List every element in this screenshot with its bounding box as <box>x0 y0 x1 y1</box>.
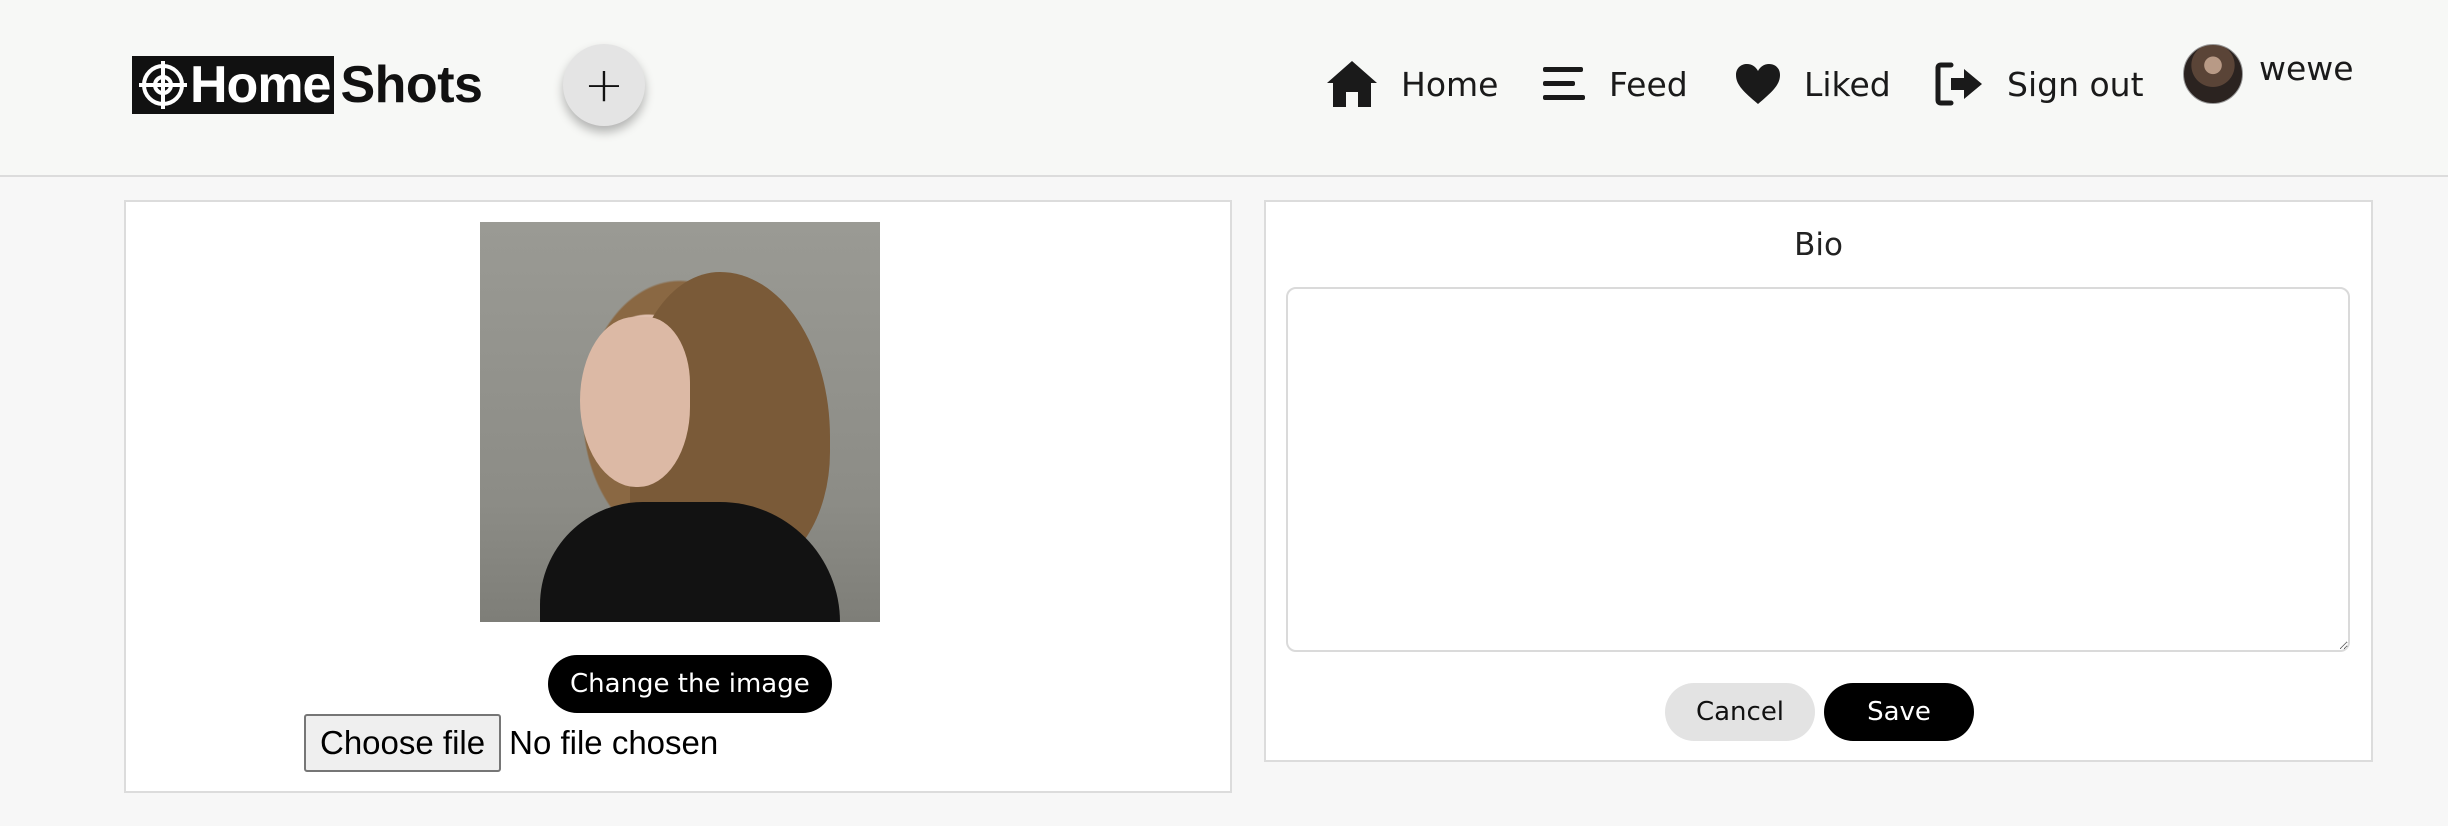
heart-icon <box>1734 62 1782 106</box>
change-image-button[interactable]: Change the image <box>548 655 832 713</box>
save-button[interactable]: Save <box>1824 683 1974 741</box>
nav-liked-label: Liked <box>1804 64 1891 104</box>
file-status-text: No file chosen <box>509 724 719 761</box>
profile-photo <box>480 222 880 622</box>
logo-text-shots: Shots <box>340 56 483 114</box>
profile-image-panel: Change the image Choose file No file cho… <box>124 200 1232 793</box>
site-logo[interactable]: Home Shots <box>132 55 483 115</box>
nav-liked[interactable]: Liked <box>1734 56 1891 112</box>
nav-home-label: Home <box>1401 64 1499 104</box>
bio-label: Bio <box>1794 227 1843 263</box>
bio-panel: Bio Cancel Save <box>1264 200 2373 762</box>
nav-home[interactable]: Home <box>1325 56 1498 112</box>
home-icon <box>1325 59 1379 109</box>
nav-feed[interactable]: Feed <box>1541 56 1688 112</box>
cancel-button[interactable]: Cancel <box>1665 683 1815 741</box>
logo-dark-block: Home <box>132 56 335 114</box>
logo-text-home: Home <box>190 56 331 114</box>
menu-icon <box>1541 64 1587 104</box>
choose-file-button[interactable]: Choose file <box>304 714 502 772</box>
photo-face-shape <box>580 317 690 487</box>
sign-out-icon <box>1935 61 1985 107</box>
nav-signout[interactable]: Sign out <box>1935 56 2144 112</box>
avatar <box>2183 44 2243 104</box>
bio-textarea[interactable] <box>1286 287 2350 652</box>
nav-feed-label: Feed <box>1609 64 1688 104</box>
top-header: Home Shots + Home Feed Liked Sign out we… <box>0 0 2448 177</box>
crosshair-icon <box>139 61 187 109</box>
add-post-button[interactable]: + <box>563 44 645 126</box>
plus-icon: + <box>583 57 625 113</box>
file-input[interactable]: Choose file No file chosen <box>304 714 718 772</box>
nav-username: wewe <box>2259 48 2354 88</box>
nav-user-profile[interactable]: wewe <box>2183 44 2354 104</box>
nav-signout-label: Sign out <box>2007 64 2144 104</box>
